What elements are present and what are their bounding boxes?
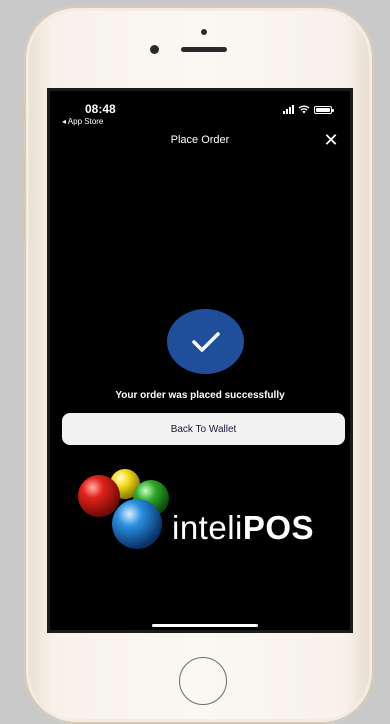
brand-name-bold: POS — [242, 509, 315, 546]
close-icon: ✕ — [323, 130, 339, 150]
status-icons — [283, 105, 334, 114]
back-to-wallet-button[interactable]: Back To Wallet — [62, 413, 345, 445]
success-message: Your order was placed successfully — [115, 390, 285, 401]
volume-up-button — [21, 154, 25, 194]
wifi-icon — [298, 105, 310, 114]
home-indicator[interactable] — [152, 624, 258, 627]
volume-down-button — [21, 204, 25, 244]
intelipos-wordmark: inteliPOS — [172, 509, 314, 547]
home-button[interactable] — [179, 657, 227, 705]
phone-screen: 08:48 ◂ App Store Place Order ✕ Your ord… — [47, 88, 353, 633]
success-badge — [167, 309, 244, 374]
cellular-signal-icon — [283, 105, 294, 114]
page-title: Place Order — [170, 134, 230, 146]
mute-switch — [21, 104, 25, 122]
status-time: 08:48 — [85, 102, 116, 116]
battery-icon — [314, 106, 334, 114]
front-camera — [150, 45, 159, 54]
brand-name-light: inteli — [172, 509, 243, 546]
proximity-sensor — [201, 29, 207, 35]
back-to-app-store-link[interactable]: ◂ App Store — [62, 117, 103, 126]
checkmark-icon — [191, 331, 220, 352]
earpiece-speaker — [181, 47, 227, 52]
close-button[interactable]: ✕ — [322, 131, 340, 149]
